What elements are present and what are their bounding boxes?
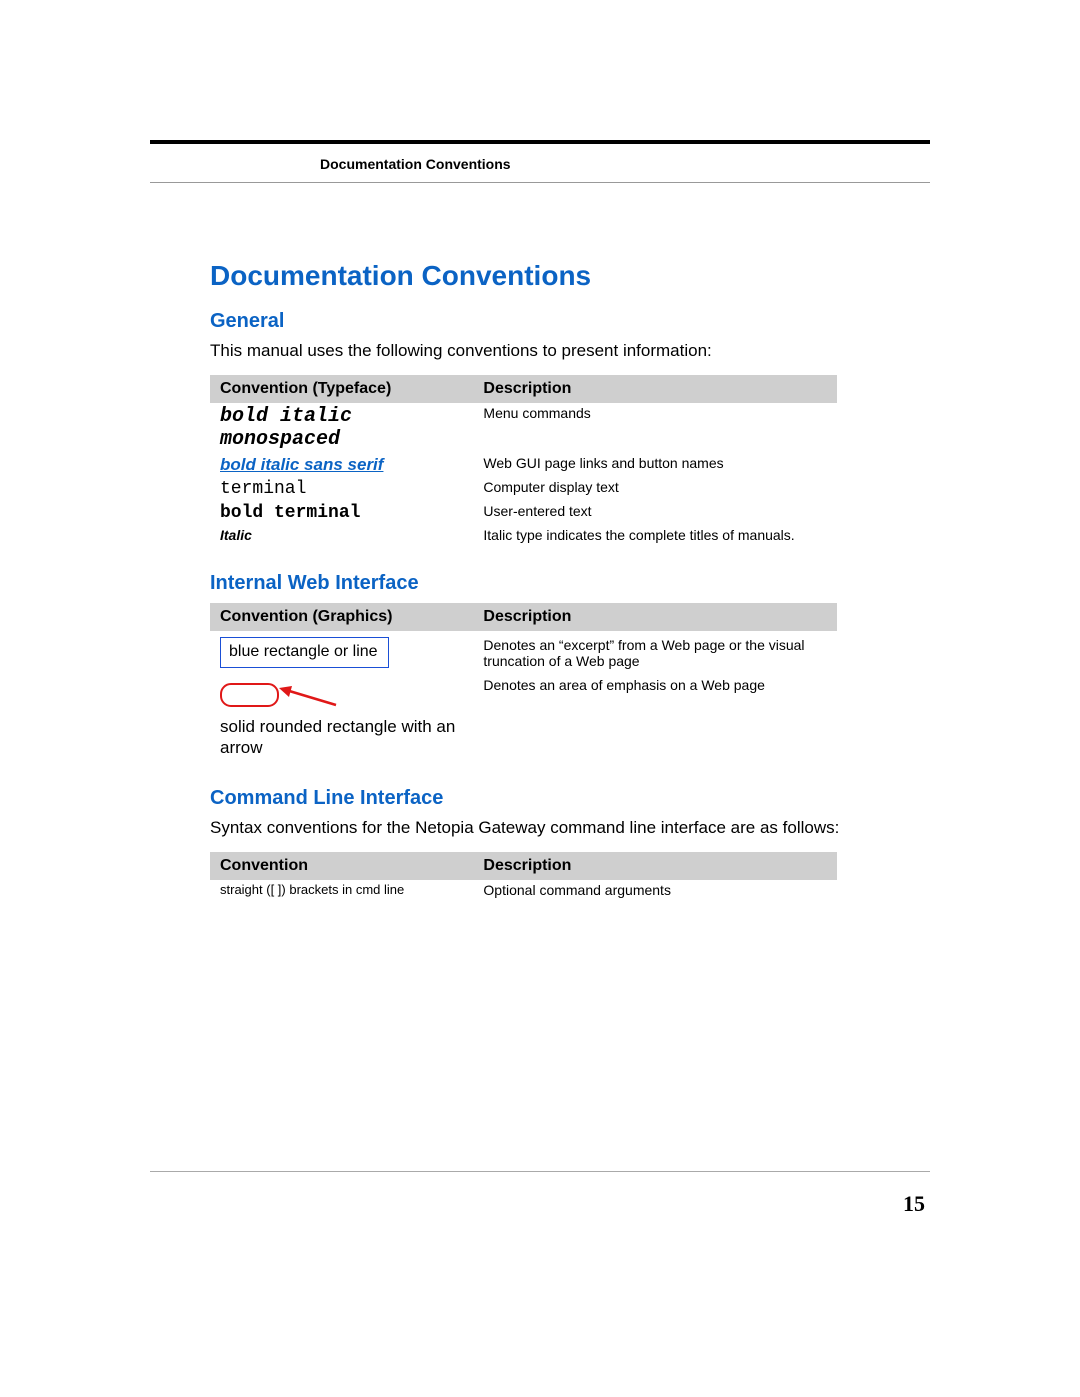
th-description: Description bbox=[473, 603, 837, 631]
typeface-sample: bold italic sans serif bbox=[220, 455, 383, 474]
cell-description: Denotes an area of emphasis on a Web pag… bbox=[473, 671, 837, 761]
page-title: Documentation Conventions bbox=[210, 260, 850, 292]
table-graphics: Convention (Graphics) Description blue r… bbox=[210, 603, 837, 761]
cell-convention: straight ([ ]) brackets in cmd line bbox=[210, 880, 473, 900]
general-intro: This manual uses the following conventio… bbox=[210, 341, 850, 361]
cell-typeface: bold italic sans serif bbox=[210, 453, 473, 477]
cell-graphic: blue rectangle or line bbox=[210, 631, 473, 671]
table-typeface: Convention (Typeface) Description bold i… bbox=[210, 375, 837, 546]
graphic-label: solid rounded rectangle with an arrow bbox=[220, 716, 463, 759]
table-row: bold terminal User-entered text bbox=[210, 501, 837, 525]
table-row: bold italic monospaced Menu commands bbox=[210, 403, 837, 453]
table-row: bold italic sans serif Web GUI page link… bbox=[210, 453, 837, 477]
typeface-sample: terminal bbox=[220, 479, 306, 499]
cell-typeface: bold italic monospaced bbox=[210, 403, 473, 453]
th-description: Description bbox=[473, 375, 837, 403]
table-row: blue rectangle or line Denotes an “excer… bbox=[210, 631, 837, 671]
page-header: Documentation Conventions bbox=[150, 140, 930, 183]
table-row: terminal Computer display text bbox=[210, 477, 837, 501]
th-typeface: Convention (Typeface) bbox=[210, 375, 473, 403]
cell-description: Computer display text bbox=[473, 477, 837, 501]
table-row: solid rounded rectangle with an arrow De… bbox=[210, 671, 837, 761]
section-internal-heading: Internal Web Interface bbox=[210, 572, 850, 595]
th-convention: Convention bbox=[210, 852, 473, 880]
section-general-heading: General bbox=[210, 310, 850, 333]
typeface-sample: Italic bbox=[220, 527, 252, 543]
cell-description: Menu commands bbox=[473, 403, 837, 453]
cell-typeface: bold terminal bbox=[210, 501, 473, 525]
table-header-row: Convention (Typeface) Description bbox=[210, 375, 837, 403]
rounded-pill-icon bbox=[220, 683, 279, 707]
table-row: Italic Italic type indicates the complet… bbox=[210, 525, 837, 546]
cell-description: Optional command arguments bbox=[473, 880, 837, 900]
cell-typeface: terminal bbox=[210, 477, 473, 501]
arrow-icon bbox=[276, 680, 346, 710]
cell-description: User-entered text bbox=[473, 501, 837, 525]
cell-description: Denotes an “excerpt” from a Web page or … bbox=[473, 631, 837, 671]
typeface-sample: bold italic bbox=[220, 405, 463, 428]
typeface-sample: bold terminal bbox=[220, 503, 360, 523]
rounded-rectangle-arrow-icon bbox=[220, 679, 463, 710]
header-label: Documentation Conventions bbox=[320, 156, 511, 172]
th-description: Description bbox=[473, 852, 837, 880]
table-header-row: Convention Description bbox=[210, 852, 837, 880]
table-cli: Convention Description straight ([ ]) br… bbox=[210, 852, 837, 900]
blue-rectangle-icon: blue rectangle or line bbox=[220, 637, 389, 668]
cell-typeface: Italic bbox=[210, 525, 473, 546]
page-number: 15 bbox=[903, 1191, 925, 1217]
section-cli-heading: Command Line Interface bbox=[210, 787, 850, 810]
document-page: Documentation Conventions Documentation … bbox=[0, 0, 1080, 1397]
cell-description: Italic type indicates the complete title… bbox=[473, 525, 837, 546]
cell-graphic: solid rounded rectangle with an arrow bbox=[210, 671, 473, 761]
table-row: straight ([ ]) brackets in cmd line Opti… bbox=[210, 880, 837, 900]
footer-rule bbox=[150, 1171, 930, 1172]
page-content: Documentation Conventions General This m… bbox=[210, 260, 850, 900]
cell-description: Web GUI page links and button names bbox=[473, 453, 837, 477]
table-header-row: Convention (Graphics) Description bbox=[210, 603, 837, 631]
cli-intro: Syntax conventions for the Netopia Gatew… bbox=[210, 818, 850, 838]
th-graphics: Convention (Graphics) bbox=[210, 603, 473, 631]
typeface-sample: monospaced bbox=[220, 428, 463, 451]
